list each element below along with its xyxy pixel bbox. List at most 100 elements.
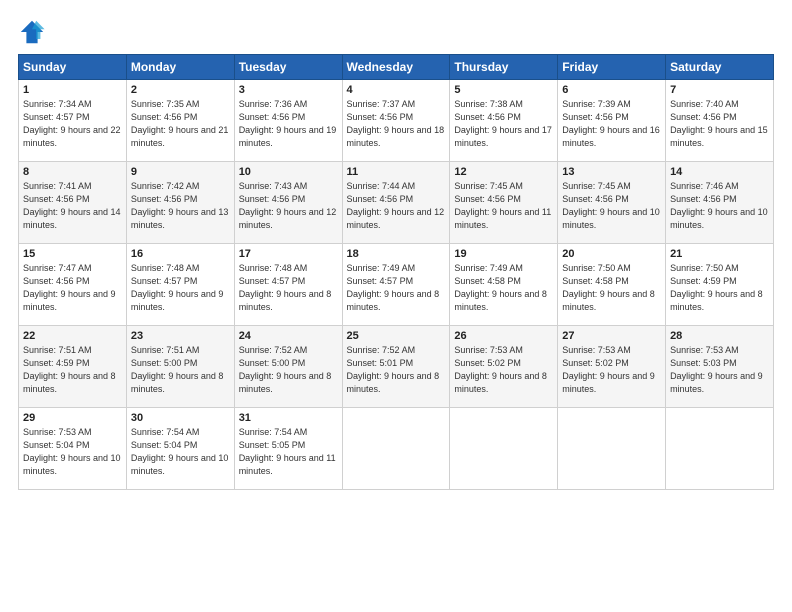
day-number: 12 — [454, 166, 553, 178]
day-number: 24 — [239, 330, 338, 342]
day-info: Sunrise: 7:36 AMSunset: 4:56 PMDaylight:… — [239, 99, 337, 148]
day-info: Sunrise: 7:48 AMSunset: 4:57 PMDaylight:… — [131, 263, 224, 312]
day-number: 2 — [131, 84, 230, 96]
day-info: Sunrise: 7:51 AMSunset: 4:59 PMDaylight:… — [23, 345, 116, 394]
day-number: 10 — [239, 166, 338, 178]
day-info: Sunrise: 7:44 AMSunset: 4:56 PMDaylight:… — [347, 181, 445, 230]
calendar-cell: 22 Sunrise: 7:51 AMSunset: 4:59 PMDayligh… — [19, 326, 127, 408]
calendar: SundayMondayTuesdayWednesdayThursdayFrid… — [18, 54, 774, 490]
day-info: Sunrise: 7:51 AMSunset: 5:00 PMDaylight:… — [131, 345, 224, 394]
calendar-cell: 21 Sunrise: 7:50 AMSunset: 4:59 PMDayligh… — [666, 244, 774, 326]
calendar-cell: 2 Sunrise: 7:35 AMSunset: 4:56 PMDaylight… — [126, 80, 234, 162]
day-info: Sunrise: 7:35 AMSunset: 4:56 PMDaylight:… — [131, 99, 229, 148]
calendar-week-row: 8Sunrise: 7:41 AMSunset: 4:56 PMDaylight… — [19, 162, 774, 244]
logo-icon — [18, 18, 46, 46]
calendar-cell: 7 Sunrise: 7:40 AMSunset: 4:56 PMDaylight… — [666, 80, 774, 162]
header-row: SundayMondayTuesdayWednesdayThursdayFrid… — [19, 55, 774, 80]
calendar-cell: 29 Sunrise: 7:53 AMSunset: 5:04 PMDayligh… — [19, 408, 127, 490]
calendar-cell — [558, 408, 666, 490]
calendar-cell: 5Sunrise: 7:38 AMSunset: 4:56 PMDaylight… — [450, 80, 558, 162]
day-number: 22 — [23, 330, 122, 342]
calendar-cell: 31 Sunrise: 7:54 AMSunset: 5:05 PMDayligh… — [234, 408, 342, 490]
header — [18, 18, 774, 46]
day-number: 19 — [454, 248, 553, 260]
day-info: Sunrise: 7:53 AMSunset: 5:02 PMDaylight:… — [562, 345, 655, 394]
calendar-cell: 17Sunrise: 7:48 AMSunset: 4:57 PMDayligh… — [234, 244, 342, 326]
day-info: Sunrise: 7:42 AMSunset: 4:56 PMDaylight:… — [131, 181, 229, 230]
day-info: Sunrise: 7:52 AMSunset: 5:01 PMDaylight:… — [347, 345, 440, 394]
day-number: 13 — [562, 166, 661, 178]
day-number: 4 — [347, 84, 446, 96]
weekday-header: Monday — [126, 55, 234, 80]
day-info: Sunrise: 7:46 AMSunset: 4:56 PMDaylight:… — [670, 181, 768, 230]
calendar-cell — [450, 408, 558, 490]
day-info: Sunrise: 7:34 AMSunset: 4:57 PMDaylight:… — [23, 99, 121, 148]
weekday-header: Saturday — [666, 55, 774, 80]
day-info: Sunrise: 7:38 AMSunset: 4:56 PMDaylight:… — [454, 99, 552, 148]
day-info: Sunrise: 7:53 AMSunset: 5:02 PMDaylight:… — [454, 345, 547, 394]
page: SundayMondayTuesdayWednesdayThursdayFrid… — [0, 0, 792, 612]
calendar-cell: 20 Sunrise: 7:50 AMSunset: 4:58 PMDayligh… — [558, 244, 666, 326]
calendar-cell: 14 Sunrise: 7:46 AMSunset: 4:56 PMDayligh… — [666, 162, 774, 244]
calendar-cell: 16 Sunrise: 7:48 AMSunset: 4:57 PMDayligh… — [126, 244, 234, 326]
day-info: Sunrise: 7:50 AMSunset: 4:58 PMDaylight:… — [562, 263, 655, 312]
calendar-cell — [342, 408, 450, 490]
calendar-cell: 30 Sunrise: 7:54 AMSunset: 5:04 PMDayligh… — [126, 408, 234, 490]
calendar-cell: 8Sunrise: 7:41 AMSunset: 4:56 PMDaylight… — [19, 162, 127, 244]
day-number: 16 — [131, 248, 230, 260]
day-info: Sunrise: 7:49 AMSunset: 4:58 PMDaylight:… — [454, 263, 547, 312]
calendar-cell: 11 Sunrise: 7:44 AMSunset: 4:56 PMDayligh… — [342, 162, 450, 244]
weekday-header: Sunday — [19, 55, 127, 80]
day-number: 31 — [239, 412, 338, 424]
day-number: 11 — [347, 166, 446, 178]
day-info: Sunrise: 7:48 AMSunset: 4:57 PMDaylight:… — [239, 263, 332, 312]
calendar-week-row: 29 Sunrise: 7:53 AMSunset: 5:04 PMDayligh… — [19, 408, 774, 490]
day-number: 7 — [670, 84, 769, 96]
calendar-cell: 9 Sunrise: 7:42 AMSunset: 4:56 PMDaylight… — [126, 162, 234, 244]
day-info: Sunrise: 7:41 AMSunset: 4:56 PMDaylight:… — [23, 181, 121, 230]
calendar-cell: 19 Sunrise: 7:49 AMSunset: 4:58 PMDayligh… — [450, 244, 558, 326]
day-number: 14 — [670, 166, 769, 178]
day-number: 30 — [131, 412, 230, 424]
weekday-header: Tuesday — [234, 55, 342, 80]
day-info: Sunrise: 7:47 AMSunset: 4:56 PMDaylight:… — [23, 263, 116, 312]
calendar-week-row: 15Sunrise: 7:47 AMSunset: 4:56 PMDayligh… — [19, 244, 774, 326]
day-info: Sunrise: 7:43 AMSunset: 4:56 PMDaylight:… — [239, 181, 337, 230]
day-number: 1 — [23, 84, 122, 96]
day-info: Sunrise: 7:52 AMSunset: 5:00 PMDaylight:… — [239, 345, 332, 394]
day-info: Sunrise: 7:40 AMSunset: 4:56 PMDaylight:… — [670, 99, 768, 148]
calendar-week-row: 22 Sunrise: 7:51 AMSunset: 4:59 PMDayligh… — [19, 326, 774, 408]
day-number: 28 — [670, 330, 769, 342]
calendar-cell: 23 Sunrise: 7:51 AMSunset: 5:00 PMDayligh… — [126, 326, 234, 408]
day-info: Sunrise: 7:50 AMSunset: 4:59 PMDaylight:… — [670, 263, 763, 312]
calendar-cell: 24 Sunrise: 7:52 AMSunset: 5:00 PMDayligh… — [234, 326, 342, 408]
day-number: 9 — [131, 166, 230, 178]
day-number: 27 — [562, 330, 661, 342]
day-number: 23 — [131, 330, 230, 342]
day-number: 3 — [239, 84, 338, 96]
day-info: Sunrise: 7:53 AMSunset: 5:04 PMDaylight:… — [23, 427, 121, 476]
day-number: 25 — [347, 330, 446, 342]
weekday-header: Thursday — [450, 55, 558, 80]
calendar-cell: 26 Sunrise: 7:53 AMSunset: 5:02 PMDayligh… — [450, 326, 558, 408]
day-info: Sunrise: 7:54 AMSunset: 5:04 PMDaylight:… — [131, 427, 229, 476]
day-info: Sunrise: 7:49 AMSunset: 4:57 PMDaylight:… — [347, 263, 440, 312]
calendar-cell: 1 Sunrise: 7:34 AMSunset: 4:57 PMDaylight… — [19, 80, 127, 162]
calendar-week-row: 1 Sunrise: 7:34 AMSunset: 4:57 PMDaylight… — [19, 80, 774, 162]
calendar-cell: 3 Sunrise: 7:36 AMSunset: 4:56 PMDaylight… — [234, 80, 342, 162]
calendar-cell: 6Sunrise: 7:39 AMSunset: 4:56 PMDaylight… — [558, 80, 666, 162]
day-info: Sunrise: 7:45 AMSunset: 4:56 PMDaylight:… — [454, 181, 551, 230]
day-number: 26 — [454, 330, 553, 342]
day-info: Sunrise: 7:54 AMSunset: 5:05 PMDaylight:… — [239, 427, 336, 476]
calendar-cell: 12 Sunrise: 7:45 AMSunset: 4:56 PMDayligh… — [450, 162, 558, 244]
calendar-cell: 25 Sunrise: 7:52 AMSunset: 5:01 PMDayligh… — [342, 326, 450, 408]
weekday-header: Friday — [558, 55, 666, 80]
calendar-cell: 28 Sunrise: 7:53 AMSunset: 5:03 PMDayligh… — [666, 326, 774, 408]
day-info: Sunrise: 7:45 AMSunset: 4:56 PMDaylight:… — [562, 181, 660, 230]
day-number: 20 — [562, 248, 661, 260]
day-number: 21 — [670, 248, 769, 260]
day-number: 6 — [562, 84, 661, 96]
calendar-cell — [666, 408, 774, 490]
day-number: 29 — [23, 412, 122, 424]
day-info: Sunrise: 7:53 AMSunset: 5:03 PMDaylight:… — [670, 345, 763, 394]
